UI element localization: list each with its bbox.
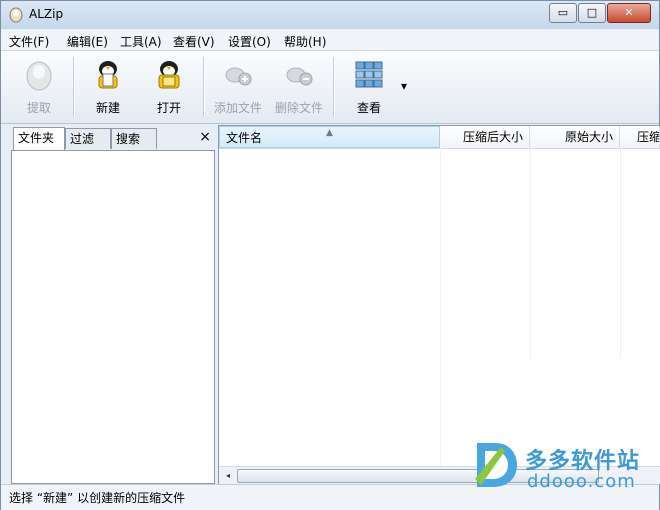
open-label: 打开 xyxy=(156,101,181,115)
column-divider xyxy=(530,148,531,358)
toolbar: 提取 新建 打开 添加文件 删除文件 查看 ▾ xyxy=(1,51,659,124)
window-title: ALZip xyxy=(29,7,64,21)
new-archive-icon xyxy=(98,61,118,89)
minimize-button[interactable]: ▭ xyxy=(549,3,577,23)
column-compressed-size[interactable]: 压缩后大小 xyxy=(440,126,530,148)
add-file-icon xyxy=(225,67,252,86)
menu-tools[interactable]: 工具(A) xyxy=(120,33,162,50)
view-grid-icon xyxy=(355,61,383,88)
menu-view[interactable]: 查看(V) xyxy=(173,33,215,50)
app-window: ALZip ▭ □ ✕ 文件(F) 编辑(E) 工具(A) 查看(V) 设置(O… xyxy=(0,0,660,510)
watermark-en-text: ddooo.com xyxy=(527,471,636,492)
menu-settings[interactable]: 设置(O) xyxy=(228,33,271,50)
maximize-icon: □ xyxy=(586,6,598,19)
close-icon: ✕ xyxy=(624,6,634,19)
tab-folder[interactable]: 文件夹 xyxy=(13,127,65,151)
title-bar: ALZip ▭ □ ✕ xyxy=(1,1,659,29)
left-tabs: 文件夹 过滤 搜索 × xyxy=(11,127,215,151)
delete-file-label: 删除文件 xyxy=(274,101,323,115)
close-button[interactable]: ✕ xyxy=(607,3,651,23)
delete-file-button[interactable]: 删除文件 xyxy=(269,57,329,117)
menu-bar: 文件(F) 编辑(E) 工具(A) 查看(V) 设置(O) 帮助(H) xyxy=(1,30,659,51)
view-dropdown-arrow[interactable]: ▾ xyxy=(401,79,407,93)
menu-help[interactable]: 帮助(H) xyxy=(284,33,326,50)
tab-search[interactable]: 搜索 xyxy=(111,128,157,149)
file-list[interactable]: ▲ 文件名 压缩后大小 原始大小 压缩 ◂ xyxy=(218,125,660,485)
column-filename-label: 文件名 xyxy=(226,131,263,145)
menu-file[interactable]: 文件(F) xyxy=(9,33,49,50)
delete-file-icon xyxy=(286,67,313,86)
left-pane: 文件夹 过滤 搜索 × xyxy=(11,127,215,484)
ddooo-logo-icon xyxy=(475,443,517,487)
extract-icon xyxy=(26,61,52,91)
alzip-app-icon xyxy=(9,7,23,23)
watermark: 多多软件站 ddooo.com xyxy=(471,439,651,495)
minimize-icon: ▭ xyxy=(557,6,569,19)
view-button[interactable]: 查看 xyxy=(339,57,399,117)
column-ratio[interactable]: 压缩 xyxy=(620,126,660,148)
extract-button[interactable]: 提取 xyxy=(9,57,69,117)
close-pane-icon[interactable]: × xyxy=(199,129,211,145)
open-button[interactable]: 打开 xyxy=(139,57,199,117)
column-divider xyxy=(440,148,441,466)
folder-tree[interactable] xyxy=(11,150,215,484)
scroll-left-button[interactable]: ◂ xyxy=(220,468,236,483)
column-header: ▲ 文件名 压缩后大小 原始大小 压缩 xyxy=(219,126,660,149)
open-archive-icon xyxy=(158,61,180,89)
column-divider xyxy=(620,148,621,358)
menu-edit[interactable]: 编辑(E) xyxy=(67,33,108,50)
column-filename[interactable]: ▲ 文件名 xyxy=(219,126,440,148)
maximize-button[interactable]: □ xyxy=(578,3,606,23)
column-original-size[interactable]: 原始大小 xyxy=(530,126,620,148)
view-label: 查看 xyxy=(356,101,381,115)
sort-ascending-icon: ▲ xyxy=(326,128,333,138)
status-text: 选择 “新建” 以创建新的压缩文件 xyxy=(9,491,186,505)
tab-filter[interactable]: 过滤 xyxy=(65,128,111,149)
